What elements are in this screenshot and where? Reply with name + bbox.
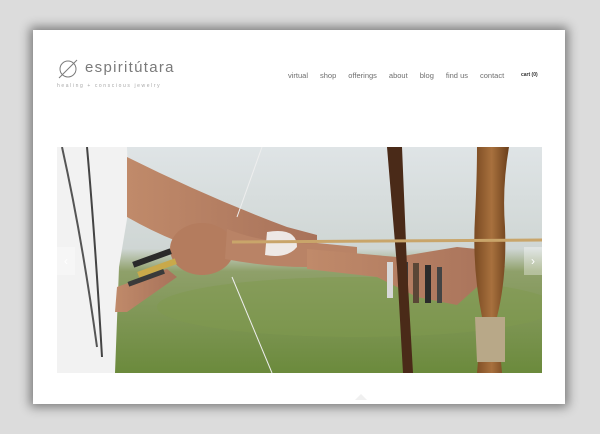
hero-image	[57, 147, 542, 373]
nav-link-contact[interactable]: contact	[480, 71, 504, 80]
chevron-left-icon: ‹	[64, 254, 68, 268]
logo-mark-icon	[58, 59, 78, 79]
nav-link-virtual[interactable]: virtual	[288, 71, 308, 80]
cart-link[interactable]: cart (0)	[521, 72, 538, 78]
brand-name: espiritútara	[85, 59, 175, 76]
page-frame: espiritútara healing + conscious jewelry…	[33, 30, 565, 404]
site-logo[interactable]: espiritútara healing + conscious jewelry	[57, 58, 197, 92]
nav-link-find-us[interactable]: find us	[446, 71, 468, 80]
scroll-indicator	[355, 394, 367, 400]
hero-slider[interactable]: ‹ ›	[57, 147, 542, 373]
nav-link-shop[interactable]: shop	[320, 71, 336, 80]
slider-next-button[interactable]: ›	[524, 247, 542, 275]
main-nav: virtual shop offerings about blog find u…	[288, 71, 504, 80]
slider-prev-button[interactable]: ‹	[57, 247, 75, 275]
brand-tagline: healing + conscious jewelry	[57, 83, 162, 89]
chevron-right-icon: ›	[531, 254, 535, 268]
nav-link-blog[interactable]: blog	[420, 71, 434, 80]
nav-link-about[interactable]: about	[389, 71, 408, 80]
nav-link-offerings[interactable]: offerings	[348, 71, 377, 80]
